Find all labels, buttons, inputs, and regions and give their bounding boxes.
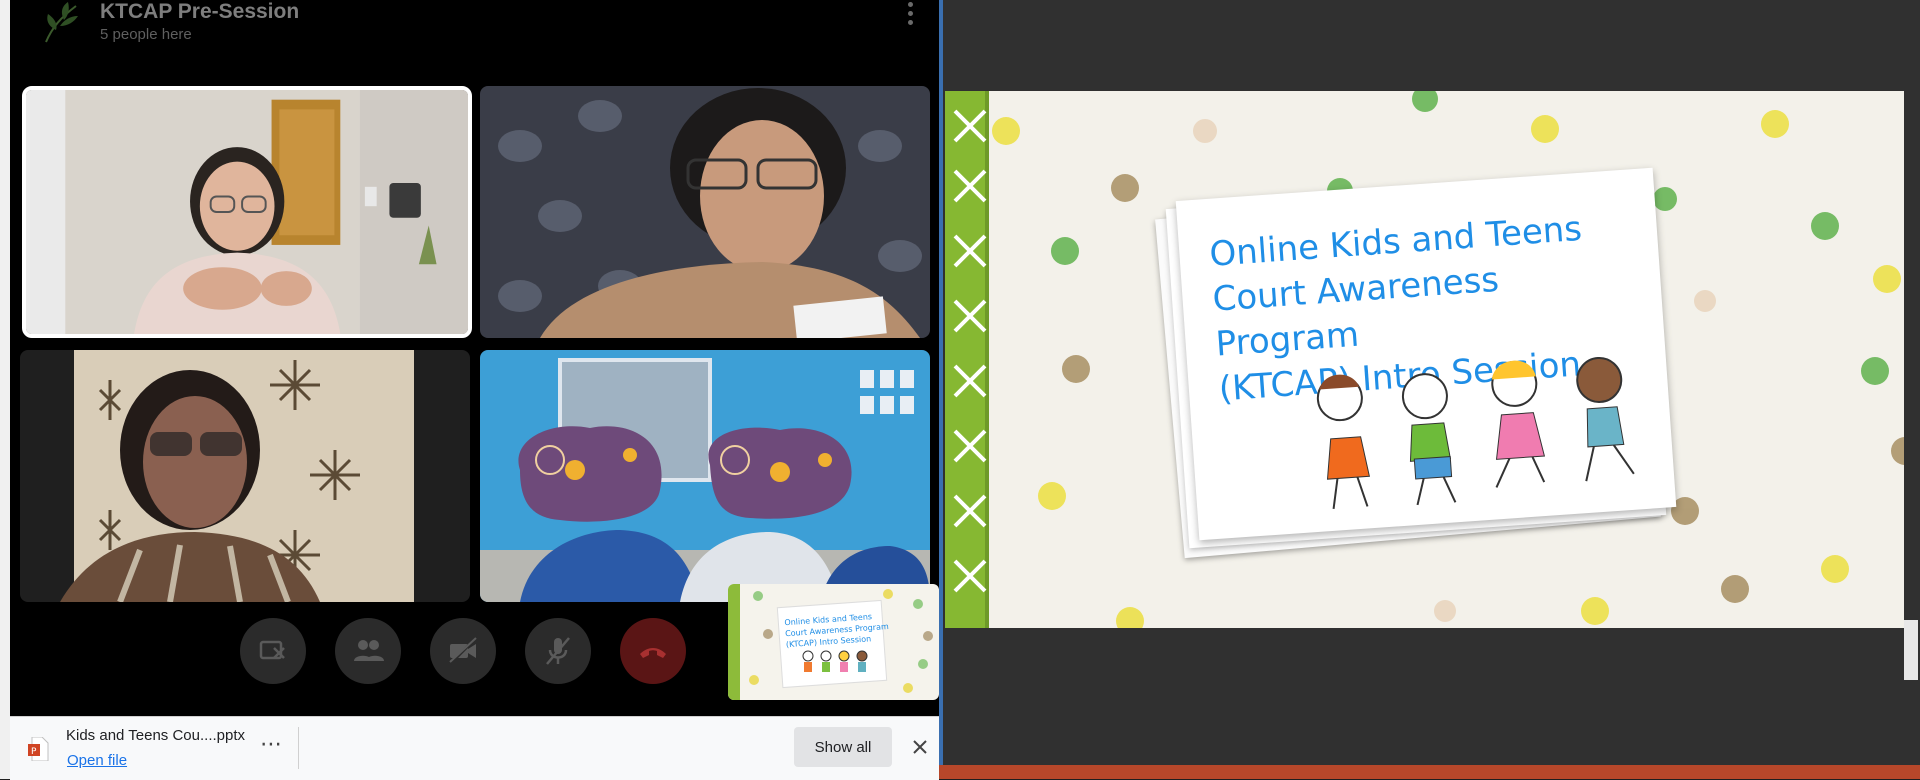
screen-share-off-icon[interactable] (240, 618, 306, 684)
video-call-window: KTCAP Pre-Session 5 people here Online K… (10, 0, 939, 716)
window-edge (0, 0, 10, 779)
close-icon[interactable] (906, 733, 934, 761)
vertical-scrollbar[interactable] (1904, 620, 1918, 680)
kids-illustration (1288, 347, 1658, 522)
video-tile-participant-3[interactable] (20, 350, 470, 602)
divider (298, 727, 299, 769)
download-file-name: Kids and Teens Cou....pptx (66, 727, 246, 744)
download-more-button[interactable]: ⋯ (260, 731, 283, 757)
title-card-front: Online Kids and Teens Court Awareness Pr… (1175, 167, 1677, 541)
video-tile-participant-2[interactable] (480, 86, 930, 338)
leaf-group-icon[interactable] (38, 0, 84, 44)
call-title: KTCAP Pre-Session (100, 0, 300, 23)
ppt-status-bar (939, 765, 1920, 779)
phone-hangup-icon[interactable] (620, 618, 686, 684)
kebab-menu-icon[interactable] (898, 0, 922, 26)
call-header: KTCAP Pre-Session 5 people here (10, 0, 939, 60)
slide-canvas[interactable]: Online Kids and Teens Court Awareness Pr… (945, 91, 1904, 628)
open-file-link[interactable]: Open file (67, 752, 127, 769)
svg-text:P: P (31, 747, 37, 757)
shared-screen-preview[interactable]: Online Kids and Teens Court Awareness Pr… (728, 584, 939, 700)
show-all-button[interactable]: Show all (794, 727, 892, 767)
camera-off-icon[interactable] (430, 618, 496, 684)
video-tile-active-speaker[interactable] (22, 86, 472, 338)
presentation-window: Online Kids and Teens Court Awareness Pr… (939, 0, 1920, 779)
video-tile-participant-4[interactable] (480, 350, 930, 602)
participants-icon[interactable] (335, 618, 401, 684)
window-border (939, 0, 943, 765)
download-bar: P Kids and Teens Cou....pptx Open file ⋯… (10, 716, 939, 780)
pptx-file-icon: P (28, 736, 50, 762)
title-card: Online Kids and Teens Court Awareness Pr… (1155, 167, 1677, 559)
mic-off-icon[interactable] (525, 618, 591, 684)
participant-count: 5 people here (100, 26, 192, 43)
